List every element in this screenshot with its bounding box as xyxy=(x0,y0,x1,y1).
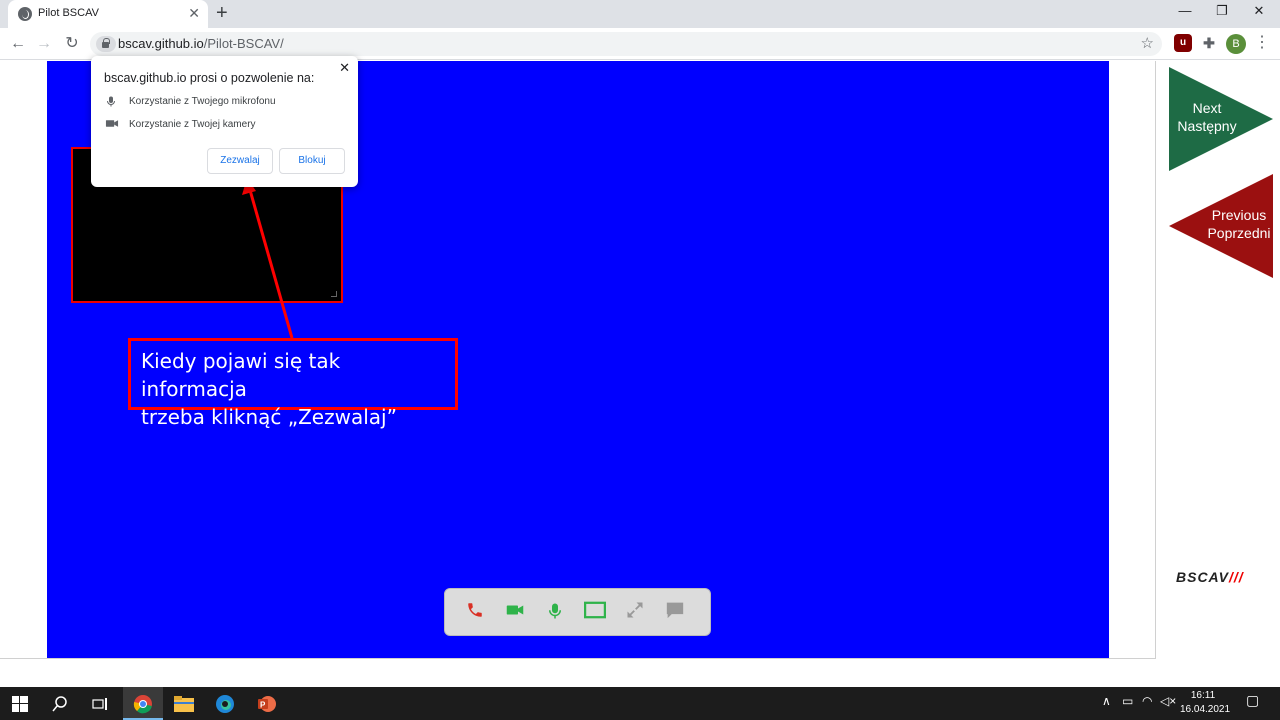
camera-icon xyxy=(105,118,119,130)
task-view-icon xyxy=(92,697,107,710)
permission-prompt-title: bscav.github.io prosi o pozwolenie na: xyxy=(104,71,315,85)
globe-icon xyxy=(18,7,32,21)
previous-label: Previous Poprzedni xyxy=(1207,207,1271,241)
tab-close-icon[interactable]: ✕ xyxy=(188,5,200,21)
new-tab-button[interactable]: + xyxy=(216,3,228,23)
browser-menu-icon[interactable]: ⋮ xyxy=(1254,33,1270,53)
search-icon xyxy=(52,695,67,711)
tab-title: Pilot BSCAV xyxy=(38,7,99,19)
taskbar-edge[interactable] xyxy=(205,687,245,720)
microphone-icon[interactable] xyxy=(543,601,567,625)
microphone-icon xyxy=(105,95,119,107)
edge-icon xyxy=(216,694,234,713)
taskbar-chrome[interactable] xyxy=(123,687,163,720)
forward-button[interactable]: → xyxy=(32,32,56,56)
tab-strip: Pilot BSCAV ✕ + — ❐ ✕ xyxy=(0,0,1280,28)
next-button[interactable]: Next Następny xyxy=(1169,67,1273,176)
screen-share-icon[interactable] xyxy=(583,601,607,625)
maximize-button[interactable]: ❐ xyxy=(1207,3,1237,19)
hangup-icon[interactable] xyxy=(463,601,487,625)
battery-icon[interactable]: ▭ xyxy=(1122,694,1133,708)
video-camera-icon[interactable] xyxy=(503,601,527,625)
divider xyxy=(1155,61,1156,658)
close-icon[interactable]: ✕ xyxy=(339,60,350,76)
taskbar-powerpoint[interactable]: P xyxy=(246,687,286,720)
permission-prompt: bscav.github.io prosi o pozwolenie na: ✕… xyxy=(91,56,358,187)
instruction-callout: Kiedy pojawi się tak informacja trzeba k… xyxy=(128,338,458,429)
next-label: Next Następny xyxy=(1177,100,1237,134)
call-controls-bar xyxy=(444,588,711,636)
start-button[interactable] xyxy=(0,687,40,720)
divider xyxy=(0,658,1156,659)
system-clock[interactable]: 16:11 16.04.2021 xyxy=(1180,689,1230,717)
reload-button[interactable]: ↻ xyxy=(60,32,84,56)
chrome-icon xyxy=(133,694,152,713)
folder-icon xyxy=(174,695,194,712)
task-view-button[interactable] xyxy=(80,687,120,720)
search-button[interactable] xyxy=(40,687,80,720)
svg-text:P: P xyxy=(260,700,266,709)
close-window-button[interactable]: ✕ xyxy=(1244,3,1274,19)
browser-tab[interactable]: Pilot BSCAV ✕ xyxy=(8,0,208,28)
fullscreen-icon[interactable] xyxy=(623,601,647,625)
taskbar-file-explorer[interactable] xyxy=(164,687,204,720)
profile-avatar[interactable]: B xyxy=(1226,34,1246,54)
taskbar: P xyxy=(0,687,1280,720)
block-button[interactable]: Blokuj xyxy=(279,148,345,174)
bscav-logo: BSCAV/// xyxy=(1176,569,1244,585)
wifi-icon[interactable]: ◠ xyxy=(1142,694,1152,708)
resize-grip-icon[interactable] xyxy=(331,291,337,297)
allow-button[interactable]: Zezwalaj xyxy=(207,148,273,174)
show-hidden-icons-icon[interactable]: ∧ xyxy=(1102,694,1111,708)
notifications-icon[interactable]: ▢ xyxy=(1246,692,1259,709)
instruction-line-2: trzeba kliknąć „Zezwalaj” xyxy=(141,405,397,429)
extensions-puzzle-icon[interactable]: ✚ xyxy=(1200,34,1218,52)
minimize-button[interactable]: — xyxy=(1170,3,1200,18)
back-button[interactable]: ← xyxy=(6,32,30,56)
lock-icon[interactable] xyxy=(96,36,116,52)
powerpoint-icon: P xyxy=(258,695,276,712)
url-text: bscav.github.io/Pilot-BSCAV/ xyxy=(118,36,284,51)
ublock-extension-icon[interactable]: u xyxy=(1174,34,1192,52)
volume-icon[interactable]: ◁× xyxy=(1160,694,1176,708)
bookmark-star-icon[interactable]: ☆ xyxy=(1141,34,1154,52)
previous-button[interactable]: Previous Poprzedni xyxy=(1169,174,1273,283)
windows-icon xyxy=(12,695,28,712)
chat-icon[interactable] xyxy=(663,601,687,625)
instruction-line-1: Kiedy pojawi się tak informacja xyxy=(141,349,341,401)
address-bar[interactable]: bscav.github.io/Pilot-BSCAV/ ☆ xyxy=(90,32,1162,56)
